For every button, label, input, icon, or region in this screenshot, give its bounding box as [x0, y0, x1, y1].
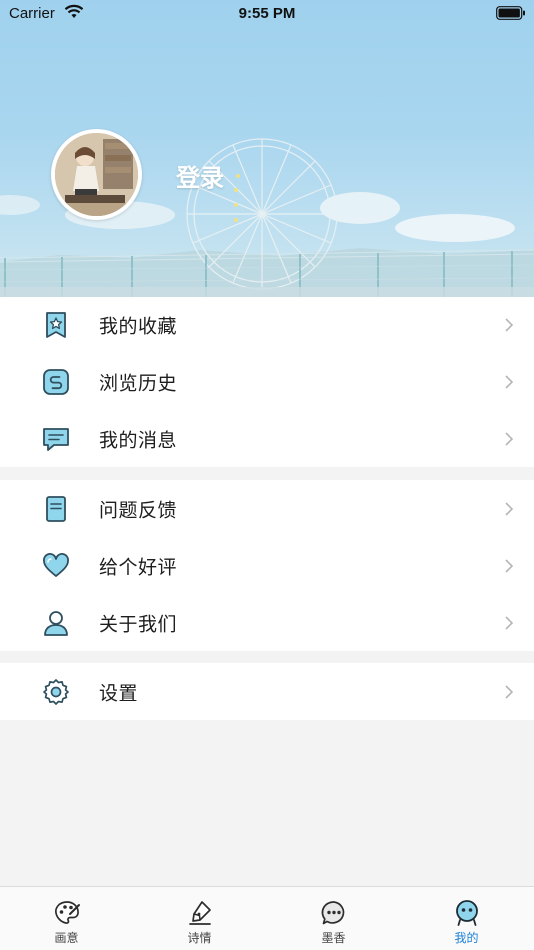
menu-group-personal: 我的收藏 浏览历史 我的消息 [0, 297, 534, 467]
tab-ink[interactable]: 墨香 [267, 887, 400, 950]
menu-item-label: 我的收藏 [99, 315, 178, 338]
person-icon [41, 608, 71, 638]
gear-icon [41, 677, 71, 707]
tab-bar: 画意 诗情 墨香 我的 [0, 886, 534, 950]
avatar[interactable] [51, 129, 142, 220]
menu-item-label: 设置 [99, 682, 139, 704]
clock-time: 9:55 PM [238, 5, 296, 22]
feedback-icon [41, 494, 71, 524]
menu-item-rate-app[interactable]: 给个好评 [0, 537, 534, 594]
profile-face-icon [455, 900, 478, 926]
bookmark-star-icon [41, 310, 71, 340]
tab-label: 诗情 [187, 931, 212, 945]
avatar-image [55, 133, 138, 216]
chevron-right-icon [505, 318, 514, 332]
chevron-right-icon [505, 501, 514, 516]
chevron-right-icon [505, 558, 514, 573]
chevron-right-icon [505, 615, 514, 630]
chevron-right-icon [505, 431, 514, 446]
chevron-right-icon [505, 374, 514, 389]
history-icon [41, 367, 71, 397]
tab-label: 我的 [454, 931, 479, 945]
menu-item-messages[interactable]: 我的消息 [0, 410, 534, 467]
palette-icon [54, 901, 80, 924]
tab-label: 墨香 [321, 931, 346, 945]
menu-item-favorites[interactable]: 我的收藏 [0, 297, 534, 353]
menu-item-settings[interactable]: 设置 [0, 663, 534, 720]
tab-poetry[interactable]: 诗情 [133, 887, 266, 950]
menu-item-label: 我的消息 [99, 429, 178, 451]
menu-item-label: 浏览历史 [99, 372, 178, 394]
menu-item-history[interactable]: 浏览历史 [0, 353, 534, 410]
battery-icon [496, 6, 525, 20]
menu-group-settings: 设置 [0, 663, 534, 720]
tab-painting[interactable]: 画意 [0, 887, 133, 950]
status-bar: Carrier 9:55 PM [0, 0, 534, 30]
tab-label: 画意 [54, 931, 79, 945]
chevron-right-icon [505, 684, 514, 699]
menu-item-label: 问题反馈 [99, 499, 178, 521]
chat-bubble-icon [321, 901, 344, 925]
menu-item-feedback[interactable]: 问题反馈 [0, 480, 534, 537]
pen-icon [188, 901, 211, 925]
menu-item-label: 给个好评 [99, 556, 178, 578]
menu-group-support: 问题反馈 给个好评 关于我们 [0, 480, 534, 651]
login-button[interactable]: 登录 [176, 158, 224, 193]
menu-item-about-us[interactable]: 关于我们 [0, 594, 534, 651]
profile-header: Carrier 9:55 PM 登录 [0, 0, 534, 297]
tab-mine[interactable]: 我的 [400, 887, 533, 950]
menu-item-label: 关于我们 [99, 613, 178, 635]
message-icon [41, 424, 71, 454]
heart-icon [41, 551, 71, 581]
